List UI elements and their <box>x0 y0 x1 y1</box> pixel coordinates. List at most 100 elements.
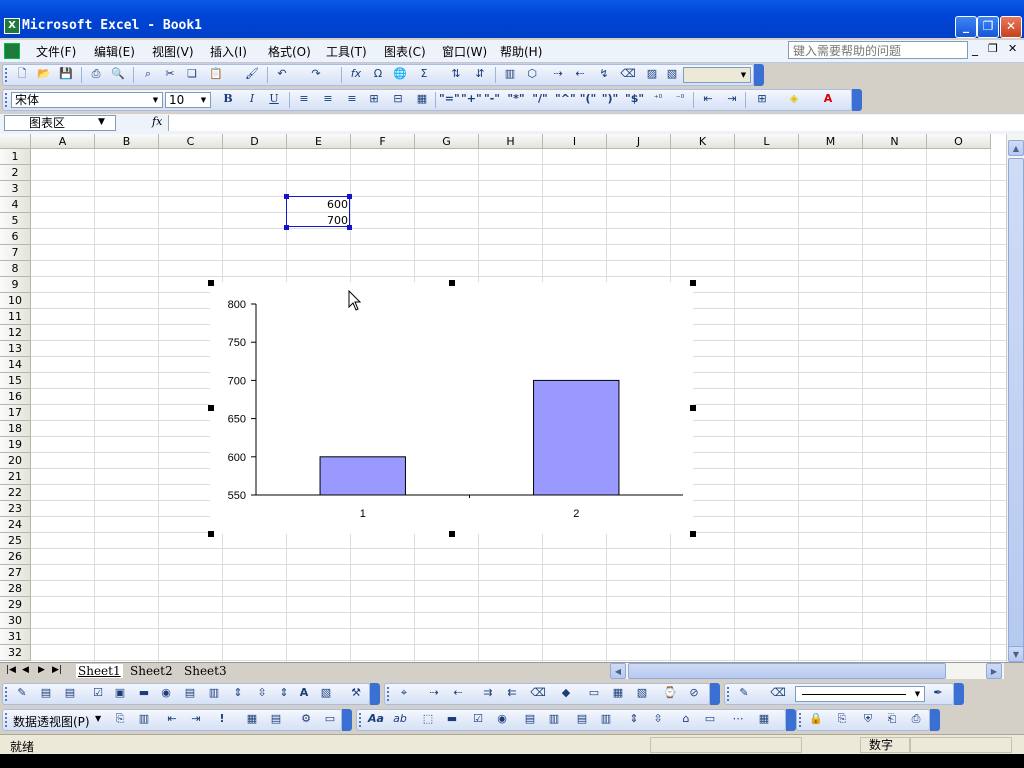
align-center-icon[interactable]: ≡ <box>319 90 337 108</box>
distributed-icon[interactable]: ⊟ <box>389 90 407 108</box>
chart-resize-handle[interactable] <box>690 405 696 411</box>
line-style-combo[interactable]: ▼ <box>795 686 925 702</box>
sheet-tab-sheet3[interactable]: Sheet3 <box>184 664 227 678</box>
row-header-29[interactable]: 29 <box>0 597 31 613</box>
row-header-28[interactable]: 28 <box>0 581 31 597</box>
menu-format[interactable]: 格式(O) <box>268 43 311 60</box>
column-header-a[interactable]: A <box>31 134 95 149</box>
row-header-15[interactable]: 15 <box>0 373 31 389</box>
help-search-input[interactable]: 键入需要帮助的问题 <box>788 41 968 59</box>
column-header-b[interactable]: B <box>95 134 159 149</box>
range-handle[interactable] <box>284 225 289 230</box>
row-header-31[interactable]: 31 <box>0 629 31 645</box>
toolbar-grip[interactable] <box>359 713 364 727</box>
column-header-f[interactable]: F <box>351 134 415 149</box>
evaluate-icon[interactable]: ⊘ <box>685 684 703 702</box>
scroll-left-button[interactable]: ◀ <box>610 663 626 679</box>
trace-icon[interactable]: ⇢ <box>425 684 443 702</box>
row-header-18[interactable]: 18 <box>0 421 31 437</box>
row-header-25[interactable]: 25 <box>0 533 31 549</box>
watch-icon[interactable]: ⌚ <box>661 684 679 702</box>
chart-area[interactable]: 550 600 650 700 750 800 1 2 <box>210 282 693 534</box>
insert-function-button[interactable]: fx <box>152 115 162 128</box>
sort-descending-icon[interactable]: ⇵ <box>471 65 489 83</box>
radio-control-icon[interactable]: ◉ <box>493 710 511 728</box>
op-rparen-button[interactable]: ")" <box>601 90 619 108</box>
draw-border-icon[interactable]: ✎ <box>735 684 753 702</box>
toolbar-grip[interactable] <box>5 93 10 107</box>
range-handle[interactable] <box>284 194 289 199</box>
row-header-2[interactable]: 2 <box>0 165 31 181</box>
audit-icon[interactable]: ⌖ <box>395 684 413 702</box>
new-icon[interactable]: 🗋 <box>13 65 31 83</box>
sheet-tab-sheet1[interactable]: Sheet1 <box>76 664 123 678</box>
bold-button[interactable]: B <box>219 90 237 108</box>
grid-icon[interactable]: ▦ <box>413 90 431 108</box>
toolbar-options-button-4[interactable] <box>710 683 720 705</box>
doc-close-button[interactable]: ✕ <box>1008 42 1017 55</box>
row-header-16[interactable]: 16 <box>0 389 31 405</box>
row-header-10[interactable]: 10 <box>0 293 31 309</box>
row-header-22[interactable]: 22 <box>0 485 31 501</box>
undo-icon[interactable]: ↶ <box>273 65 291 83</box>
edit-pen-icon[interactable]: ✎ <box>13 684 31 702</box>
column-header-o[interactable]: O <box>927 134 991 149</box>
trace-icon[interactable]: ⇇ <box>503 684 521 702</box>
chart-wizard-icon[interactable]: ▥ <box>501 65 519 83</box>
toolbar-options-button-3[interactable] <box>370 683 380 705</box>
listbox-control-icon[interactable]: ▤ <box>521 710 539 728</box>
column-header-e[interactable]: E <box>287 134 351 149</box>
column-header-k[interactable]: K <box>671 134 735 149</box>
column-header-l[interactable]: L <box>735 134 799 149</box>
chart-resize-handle[interactable] <box>208 405 214 411</box>
row-header-13[interactable]: 13 <box>0 341 31 357</box>
trace-icon[interactable]: ⇠ <box>449 684 467 702</box>
merge-center-icon[interactable]: ⊞ <box>365 90 383 108</box>
clear-circle-icon[interactable]: ▧ <box>633 684 651 702</box>
menu-chart[interactable]: 图表(C) <box>384 43 426 60</box>
group-box-icon[interactable]: ⬚ <box>419 710 437 728</box>
toolbar-grip[interactable] <box>387 687 392 701</box>
checkbox-icon[interactable]: ☑ <box>89 684 107 702</box>
underline-button[interactable]: U <box>265 90 283 108</box>
row-header-26[interactable]: 26 <box>0 549 31 565</box>
row-header-30[interactable]: 30 <box>0 613 31 629</box>
align-right-icon[interactable]: ≡ <box>343 90 361 108</box>
restore-button[interactable]: ❐ <box>977 16 999 38</box>
column-header-m[interactable]: M <box>799 134 863 149</box>
chart-resize-handle[interactable] <box>449 531 455 537</box>
circle-icon[interactable]: ▦ <box>609 684 627 702</box>
toolbar-grip[interactable] <box>727 687 732 701</box>
zoom-combo[interactable]: ▼ <box>683 67 751 83</box>
row-header-32[interactable]: 32 <box>0 645 31 661</box>
menu-tools[interactable]: 工具(T) <box>326 43 367 60</box>
column-header-j[interactable]: J <box>607 134 671 149</box>
trace-dependents-icon[interactable]: ⇠ <box>571 65 589 83</box>
column-header-h[interactable]: H <box>479 134 543 149</box>
toolbar-options-button[interactable] <box>754 64 764 86</box>
tools-icon[interactable]: ⚒ <box>347 684 365 702</box>
op-plus-button[interactable]: "+" <box>461 90 482 108</box>
format-text-icon[interactable]: Aa <box>367 710 385 728</box>
open-icon[interactable]: 📂 <box>35 65 53 83</box>
label-tool-icon[interactable]: A <box>295 684 313 702</box>
toolbar-grip[interactable] <box>5 713 10 727</box>
menu-edit[interactable]: 编辑(E) <box>94 43 135 60</box>
row-header-3[interactable]: 3 <box>0 181 31 197</box>
increase-decimal-icon[interactable]: ⁺⁰ <box>649 90 667 108</box>
print-preview-icon[interactable]: 🔍 <box>109 65 127 83</box>
chart-resize-handle[interactable] <box>690 531 696 537</box>
spin-control-icon[interactable]: ⇳ <box>649 710 667 728</box>
row-header-7[interactable]: 7 <box>0 245 31 261</box>
row-header-21[interactable]: 21 <box>0 469 31 485</box>
chart-resize-handle[interactable] <box>449 280 455 286</box>
row-header-20[interactable]: 20 <box>0 453 31 469</box>
decrease-decimal-icon[interactable]: ⁻⁰ <box>671 90 689 108</box>
remove-icon[interactable]: ⌫ <box>529 684 547 702</box>
form-tool-icon[interactable]: ▬ <box>135 684 153 702</box>
scroll-right-button[interactable]: ▶ <box>986 663 1002 679</box>
toolbar-options-button-6[interactable] <box>342 709 352 731</box>
pivot-settings-icon[interactable]: ▤ <box>267 710 285 728</box>
op-lparen-button[interactable]: "(" <box>579 90 597 108</box>
scroll-bar-icon[interactable]: ⇕ <box>229 684 247 702</box>
